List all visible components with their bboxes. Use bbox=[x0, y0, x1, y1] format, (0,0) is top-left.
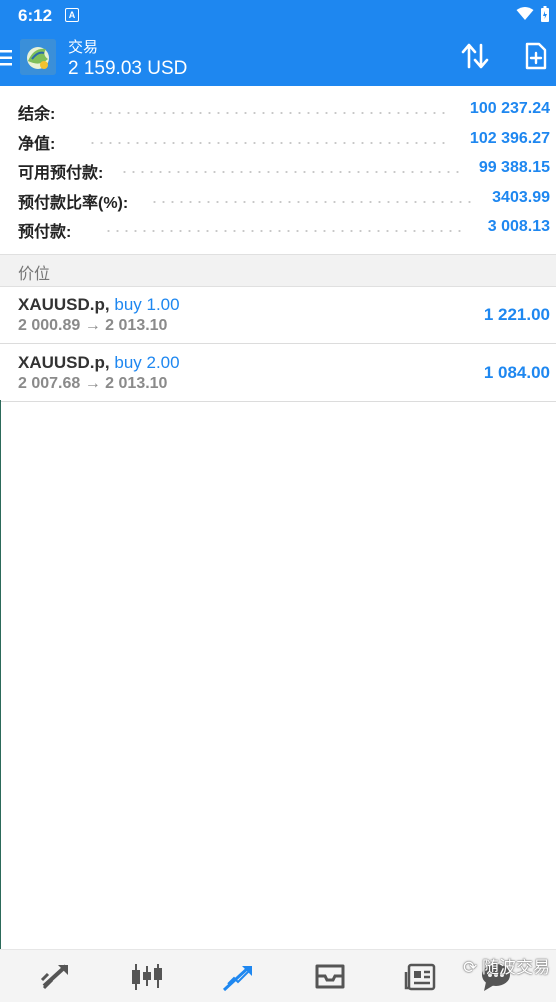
summary-row-margin-level: 预付款比率(%): 3403.99 bbox=[0, 184, 556, 214]
watermark-logo-icon: ⟳ bbox=[463, 958, 482, 977]
menu-icon[interactable] bbox=[0, 48, 14, 73]
balance-line: 2 159.03 USD bbox=[68, 58, 188, 79]
position-symbol-line: XAUUSD.p, buy 2.00 bbox=[18, 353, 180, 373]
position-symbol: XAUUSD.p, bbox=[18, 295, 110, 314]
leader-dots bbox=[120, 171, 461, 173]
status-time: 6:12 bbox=[18, 6, 53, 25]
leader-dots bbox=[104, 230, 466, 232]
watermark: ⟳ 随波交易 bbox=[463, 953, 550, 978]
app-header: 6:12 A 交易 2 159.03 USD bbox=[0, 0, 556, 86]
leader-dots bbox=[88, 141, 451, 144]
summary-value: 99 388.15 bbox=[478, 159, 550, 176]
summary-value: 3 008.13 bbox=[487, 218, 550, 235]
summary-row-margin: 预付款: 3 008.13 bbox=[0, 213, 556, 243]
summary-row-balance: 结余: 100 237.24 bbox=[0, 95, 556, 125]
position-row[interactable]: XAUUSD.p, buy 1.00 2 000.89 → 2 013.10 1… bbox=[0, 286, 556, 344]
section-title: 价位 bbox=[18, 266, 51, 283]
position-row[interactable]: XAUUSD.p, buy 2.00 2 007.68 → 2 013.10 1… bbox=[0, 344, 556, 402]
position-profit: 1 084.00 bbox=[483, 363, 550, 382]
summary-label: 净值: bbox=[18, 135, 56, 153]
summary-row-equity: 净值: 102 396.27 bbox=[0, 125, 556, 155]
position-type: buy 2.00 bbox=[114, 353, 180, 372]
position-symbol-line: XAUUSD.p, buy 1.00 bbox=[18, 295, 180, 315]
watermark-text: 随波交易 bbox=[482, 958, 550, 977]
battery-icon bbox=[540, 6, 550, 28]
app-logo bbox=[20, 39, 56, 75]
position-profit: 1 221.00 bbox=[483, 305, 550, 324]
position-prices: 2 000.89 → 2 013.10 bbox=[18, 317, 168, 334]
position-prices: 2 007.68 → 2 013.10 bbox=[18, 375, 168, 392]
page-title: 交易 bbox=[68, 39, 99, 56]
positions-section-header: 价位 bbox=[0, 254, 556, 287]
position-symbol: XAUUSD.p, bbox=[18, 353, 110, 372]
summary-label: 结余: bbox=[18, 106, 56, 123]
chart-icon[interactable] bbox=[130, 962, 164, 997]
wifi-icon bbox=[516, 7, 534, 26]
history-icon[interactable] bbox=[314, 962, 346, 995]
quotes-icon[interactable] bbox=[40, 962, 72, 995]
notification-icon: A bbox=[65, 8, 79, 22]
new-order-icon[interactable] bbox=[524, 42, 548, 75]
summary-row-free-margin: 可用预付款: 99 388.15 bbox=[0, 154, 556, 184]
summary-value: 102 396.27 bbox=[469, 129, 550, 147]
summary-label: 预付款比率(%): bbox=[18, 194, 129, 212]
summary-value: 3403.99 bbox=[492, 188, 550, 206]
status-bar: 6:12 A bbox=[0, 0, 556, 30]
summary-value: 100 237.24 bbox=[469, 100, 550, 117]
account-summary: 结余: 100 237.24 净值: 102 396.27 可用预付款: 99 … bbox=[0, 95, 556, 243]
trade-icon[interactable] bbox=[222, 962, 256, 997]
summary-label: 可用预付款: bbox=[18, 165, 104, 182]
summary-label: 预付款: bbox=[18, 224, 72, 241]
sort-icon[interactable] bbox=[461, 43, 489, 74]
leader-dots bbox=[88, 112, 451, 114]
leader-dots bbox=[150, 200, 474, 203]
edge-line bbox=[0, 400, 1, 950]
position-type: buy 1.00 bbox=[114, 295, 180, 314]
news-icon[interactable] bbox=[404, 962, 436, 997]
